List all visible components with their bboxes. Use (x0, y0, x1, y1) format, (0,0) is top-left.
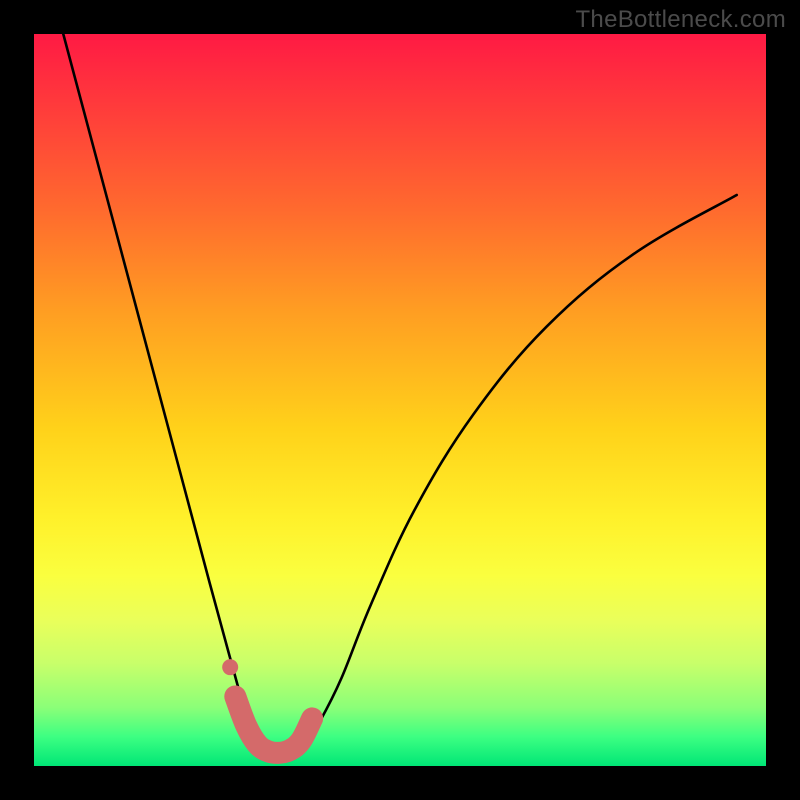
plot-area (34, 34, 766, 766)
watermark-text: TheBottleneck.com (575, 6, 786, 34)
chart-frame: TheBottleneck.com (0, 0, 800, 800)
